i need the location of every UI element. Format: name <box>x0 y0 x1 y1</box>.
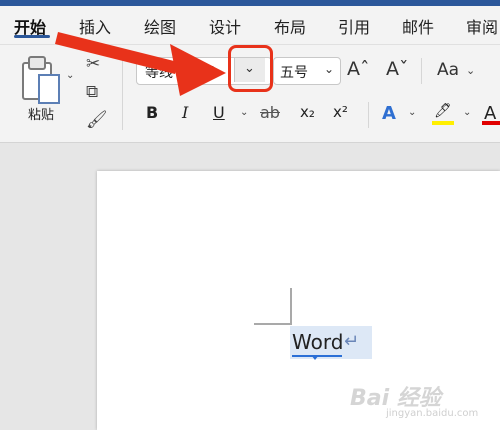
clipboard-clip-icon <box>28 56 46 70</box>
chevron-down-icon[interactable]: ⌄ <box>240 107 248 118</box>
chevron-down-icon[interactable]: ⌄ <box>463 107 471 118</box>
document-text[interactable]: Word <box>292 330 343 354</box>
tab-design[interactable]: 设计 <box>209 14 241 38</box>
group-separator <box>122 54 123 130</box>
format-painter-icon[interactable]: 🖌 <box>86 110 108 130</box>
tab-insert[interactable]: 插入 <box>79 14 111 38</box>
font-size-field[interactable]: 五号 ⌄ <box>273 57 341 85</box>
font-size-value: 五号 <box>280 65 308 81</box>
tab-references[interactable]: 引用 <box>338 14 370 38</box>
font-name-value: 等线 (正文) <box>145 65 217 81</box>
font-color-swatch <box>482 121 500 125</box>
tab-layout[interactable]: 布局 <box>274 14 306 38</box>
autocorrect-marker[interactable] <box>311 355 319 360</box>
copy-icon[interactable]: ⧉ <box>86 82 98 102</box>
superscript-button[interactable]: x² <box>333 103 348 121</box>
tab-draw[interactable]: 绘图 <box>144 14 176 38</box>
chevron-down-icon[interactable]: ⌄ <box>324 62 334 76</box>
paragraph-mark: ↵ <box>344 331 360 352</box>
shrink-font-button[interactable]: Aˇ <box>386 58 409 80</box>
bold-button[interactable]: B <box>146 103 158 122</box>
chevron-down-icon[interactable]: ⌄ <box>408 107 416 118</box>
tab-review[interactable]: 审阅 <box>466 14 498 38</box>
italic-button[interactable]: I <box>182 103 188 122</box>
chevron-down-icon[interactable]: ⌄ <box>466 64 475 77</box>
annotation-box <box>228 45 273 92</box>
scissors-icon[interactable]: ✂ <box>86 54 100 74</box>
chevron-down-icon[interactable]: ⌄ <box>66 70 74 81</box>
strikethrough-button[interactable]: ab <box>260 103 280 122</box>
paste-label: 粘贴 <box>28 108 55 123</box>
change-case-button[interactable]: Aa <box>437 60 459 80</box>
margin-marker-vertical <box>290 288 292 324</box>
grow-font-button[interactable]: Aˆ <box>347 58 370 80</box>
watermark-url: jingyan.baidu.com <box>386 408 479 419</box>
highlight-color-swatch <box>432 121 454 125</box>
margin-marker-horizontal <box>254 323 292 325</box>
active-tab-indicator <box>14 35 50 38</box>
paste-paper-icon <box>38 74 60 104</box>
underline-button[interactable]: U <box>213 103 225 122</box>
paste-button[interactable]: ⌄ 粘贴 <box>16 54 74 124</box>
text-effects-button[interactable]: A <box>382 103 396 124</box>
watermark: Bai 经验 jingyan.baidu.com <box>350 380 490 424</box>
group-separator <box>421 58 422 84</box>
group-separator <box>368 102 369 128</box>
highlight-button[interactable]: 🖊 <box>434 103 452 119</box>
tab-mailings[interactable]: 邮件 <box>402 14 434 38</box>
subscript-button[interactable]: x₂ <box>300 103 315 121</box>
